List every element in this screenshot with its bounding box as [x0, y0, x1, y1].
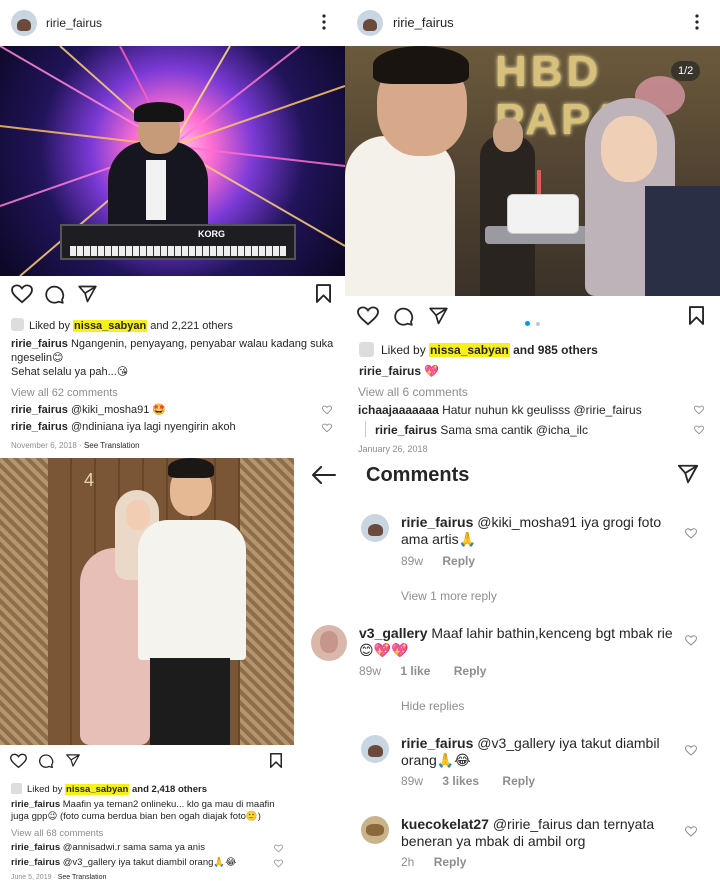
comments-header: Comments [300, 458, 720, 492]
post-1-photo[interactable]: KORG [0, 46, 345, 276]
post-2-likes: Liked by nissa_sabyan and 985 others [359, 342, 598, 357]
avatar[interactable] [361, 735, 389, 763]
comments-panel: Comments ririe_fairus @kiki_mosha91 iya … [300, 458, 720, 883]
see-translation-link[interactable]: See Translation [58, 874, 107, 881]
post-1-likes: Liked by nissa_sabyan and 2,221 others [11, 318, 233, 332]
comments-title: Comments [366, 464, 470, 486]
post-2-photo[interactable]: HBD PAPA 1/2 [345, 46, 720, 296]
post-2-username[interactable]: ririe_fairus [393, 15, 454, 30]
share-icon[interactable] [428, 306, 449, 331]
comment-like-icon[interactable] [694, 405, 704, 415]
comment-like-icon[interactable] [694, 425, 704, 435]
post-1-header: ririe_fairus [0, 0, 345, 46]
post-3-caption: ririe_fairus Maafin ya teman2 onlineku..… [11, 799, 275, 822]
comment-item: ririe_fairus @v3_gallery iya takut diamb… [300, 731, 720, 791]
view-all-comments[interactable]: View all 6 comments [358, 385, 468, 399]
post-2: ririe_fairus HBD PAPA 1/2 Liked by nissa… [345, 0, 720, 458]
view-all-comments[interactable]: View all 68 comments [11, 828, 103, 839]
likes-count[interactable]: and 2,221 others [150, 320, 233, 332]
comment-like-icon[interactable] [685, 635, 697, 646]
comment-icon[interactable] [44, 284, 65, 310]
post-2-caption: ririe_fairus 💖 [359, 364, 440, 378]
share-icon[interactable] [677, 463, 699, 490]
likes-count[interactable]: 3 likes [442, 774, 479, 788]
save-bookmark-icon[interactable] [270, 753, 282, 773]
like-heart-icon[interactable] [9, 753, 28, 774]
liked-by-user[interactable]: nissa_sabyan [65, 784, 130, 795]
avatar[interactable] [357, 10, 383, 36]
like-heart-icon[interactable] [11, 284, 33, 309]
liked-by-user[interactable]: nissa_sabyan [429, 343, 510, 357]
comment-icon[interactable] [38, 753, 54, 774]
post-3-actions [0, 753, 300, 773]
comment-row: ririe_fairus @ndiniana iya lagi nyengiri… [11, 421, 336, 433]
carousel-dots [525, 313, 541, 331]
reply-thread-line [365, 421, 366, 437]
post-2-header: ririe_fairus [345, 0, 720, 46]
post-3-photo[interactable]: 4 [0, 458, 294, 745]
comment-username[interactable]: v3_gallery [359, 625, 428, 641]
reply-button[interactable]: Reply [434, 855, 467, 869]
avatar[interactable] [311, 625, 347, 661]
door-number: 4 [84, 470, 95, 490]
comment-like-icon[interactable] [685, 528, 697, 539]
post-2-actions [345, 306, 720, 330]
reply-button[interactable]: Reply [454, 664, 487, 678]
avatar[interactable] [361, 514, 389, 542]
comment-item: kuecokelat27 @ririe_fairus dan ternyata … [300, 812, 720, 872]
post-1: ririe_fairus KORG Liked by nissa_sabyan … [0, 0, 345, 456]
more-options-icon[interactable] [695, 14, 699, 30]
likes-count[interactable]: 1 like [400, 664, 430, 678]
comment-username[interactable]: ririe_fairus [401, 514, 473, 530]
more-options-icon[interactable] [322, 14, 326, 30]
comment-like-icon[interactable] [685, 745, 697, 756]
liker-avatar [11, 783, 22, 794]
comment-like-icon[interactable] [322, 423, 332, 433]
avatar[interactable] [361, 816, 389, 844]
comment-item: v3_gallery Maaf lahir bathin,kenceng bgt… [300, 621, 720, 681]
post-date: June 5, 2019 · See Translation [11, 874, 107, 881]
likes-count[interactable]: and 2,418 others [132, 784, 207, 795]
comment-username[interactable]: kuecokelat27 [401, 816, 489, 832]
share-icon[interactable] [77, 284, 98, 309]
comment-like-icon[interactable] [685, 826, 697, 837]
liked-by-user[interactable]: nissa_sabyan [73, 320, 148, 332]
carousel-indicator: 1/2 [671, 61, 701, 81]
view-more-replies[interactable]: View 1 more reply [401, 589, 497, 603]
avatar[interactable] [11, 10, 37, 36]
comment-row: ririe_fairus @annisadwi.r sama sama ya a… [11, 842, 286, 853]
reply-button[interactable]: Reply [442, 554, 475, 568]
comment-row: ririe_fairus @v3_gallery iya takut diamb… [11, 857, 286, 868]
comment-like-icon[interactable] [274, 859, 283, 868]
save-bookmark-icon[interactable] [316, 284, 331, 308]
see-translation-link[interactable]: See Translation [84, 441, 140, 450]
comment-username[interactable]: ririe_fairus [401, 735, 473, 751]
comment-item: ririe_fairus @kiki_mosha91 iya grogi fot… [300, 510, 720, 572]
like-heart-icon[interactable] [357, 306, 379, 331]
comment-row: ichaajaaaaaaa Hatur nuhun kk geulisss @r… [358, 403, 708, 417]
liker-avatar [359, 342, 374, 357]
comment-row: ririe_fairus @kiki_mosha91 🤩 [11, 403, 336, 416]
view-all-comments[interactable]: View all 62 comments [11, 387, 118, 399]
comment-like-icon[interactable] [322, 405, 332, 415]
likes-count[interactable]: and 985 others [513, 343, 598, 357]
comment-like-icon[interactable] [274, 844, 283, 853]
back-arrow-icon[interactable] [312, 466, 336, 489]
post-date: November 6, 2018 · See Translation [11, 441, 140, 450]
comment-icon[interactable] [393, 306, 414, 332]
post-1-actions [0, 284, 345, 306]
reply-button[interactable]: Reply [502, 774, 535, 788]
post-1-caption: ririe_fairus Ngangenin, penyayang, penya… [11, 338, 334, 378]
share-icon[interactable] [65, 753, 81, 773]
keyboard-brand: KORG [198, 229, 225, 239]
save-bookmark-icon[interactable] [689, 306, 704, 330]
liker-avatar [11, 318, 24, 331]
hide-replies[interactable]: Hide replies [401, 699, 464, 713]
post-1-username[interactable]: ririe_fairus [46, 16, 102, 30]
post-3: 4 Liked by nissa_sabyan and 2,418 others… [0, 458, 300, 883]
post-date: January 26, 2018 [358, 444, 428, 454]
post-3-likes: Liked by nissa_sabyan and 2,418 others [11, 783, 207, 795]
comment-row: ririe_fairus Sama sma cantik @icha_ilc [375, 423, 708, 437]
